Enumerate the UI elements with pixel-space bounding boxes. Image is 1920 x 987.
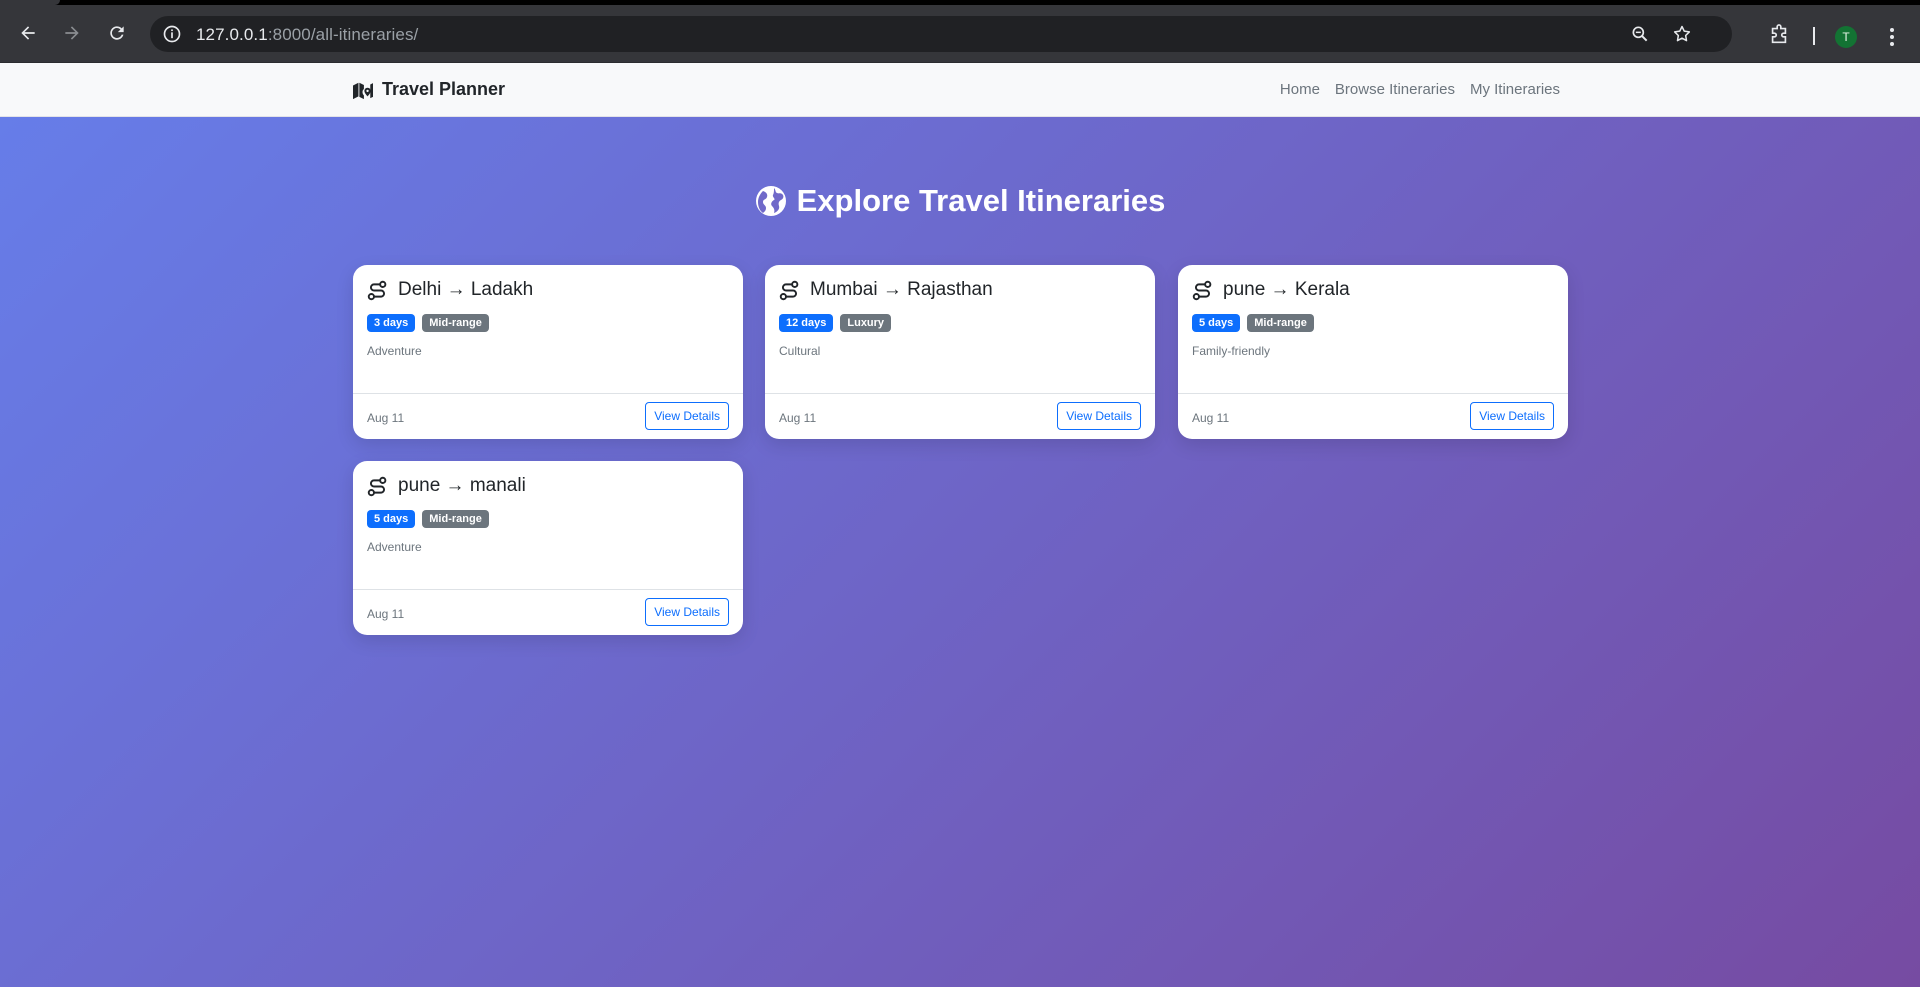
page-title: Explore Travel Itineraries xyxy=(0,183,1920,219)
browser-menu-icon[interactable] xyxy=(1882,25,1902,49)
brand-name: Travel Planner xyxy=(382,79,506,99)
route-icon xyxy=(367,476,387,496)
duration-badge: 5 days xyxy=(1192,314,1241,332)
route-title: pune → manali xyxy=(398,475,526,496)
card-badges: 3 days Mid-range xyxy=(367,314,489,332)
nav-browse-itineraries-link[interactable]: Browse Itineraries xyxy=(1335,81,1455,98)
travel-style: Adventure xyxy=(367,344,422,358)
budget-badge: Luxury xyxy=(840,314,892,332)
card-footer: Aug 11 View Details xyxy=(353,393,743,439)
zoom-icon[interactable] xyxy=(1630,24,1650,44)
globe-icon xyxy=(755,186,786,216)
card-title: pune → manali xyxy=(367,475,526,497)
travel-style: Family-friendly xyxy=(1192,344,1271,358)
travel-style: Adventure xyxy=(367,540,422,554)
profile-avatar[interactable]: T xyxy=(1835,26,1857,48)
bookmark-star-icon[interactable] xyxy=(1672,24,1692,44)
created-date: Aug 11 xyxy=(367,411,405,425)
route-icon xyxy=(1192,280,1212,300)
url-text[interactable]: 127.0.0.1:8000/all-itineraries/ xyxy=(196,25,418,45)
travel-style: Cultural xyxy=(779,344,821,358)
duration-badge: 12 days xyxy=(779,314,834,332)
card-badges: 12 days Luxury xyxy=(779,314,892,332)
url-path: :8000/all-itineraries/ xyxy=(267,25,419,44)
extensions-puzzle-icon[interactable] xyxy=(1768,24,1790,46)
nav-links: Home Browse Itineraries My Itineraries xyxy=(1280,81,1560,98)
address-bar[interactable]: 127.0.0.1:8000/all-itineraries/ xyxy=(150,16,1732,52)
card-footer: Aug 11 View Details xyxy=(1178,393,1568,439)
itinerary-card: Delhi → Ladakh 3 days Mid-range Adventur… xyxy=(353,265,743,439)
route-title: Delhi → Ladakh xyxy=(398,279,534,300)
card-title: pune → Kerala xyxy=(1192,279,1350,301)
duration-badge: 3 days xyxy=(367,314,416,332)
duration-badge: 5 days xyxy=(367,510,416,528)
view-details-button[interactable]: View Details xyxy=(1470,402,1554,430)
url-host: 127.0.0.1 xyxy=(196,25,268,44)
budget-badge: Mid-range xyxy=(422,314,489,332)
reload-icon[interactable] xyxy=(103,19,131,47)
forward-arrow-icon[interactable] xyxy=(58,19,86,47)
budget-badge: Mid-range xyxy=(1247,314,1314,332)
route-title: Mumbai → Rajasthan xyxy=(810,279,993,300)
created-date: Aug 11 xyxy=(367,607,405,621)
card-badges: 5 days Mid-range xyxy=(367,510,489,528)
route-icon xyxy=(367,280,387,300)
created-date: Aug 11 xyxy=(1192,411,1230,425)
nav-my-itineraries-link[interactable]: My Itineraries xyxy=(1470,81,1560,98)
card-badges: 5 days Mid-range xyxy=(1192,314,1314,332)
site-navbar: Travel Planner Home Browse Itineraries M… xyxy=(0,63,1920,117)
itinerary-card: Mumbai → Rajasthan 12 days Luxury Cultur… xyxy=(765,265,1155,439)
page-heading-text: Explore Travel Itineraries xyxy=(796,183,1166,218)
nav-home-link[interactable]: Home xyxy=(1280,81,1320,98)
view-details-button[interactable]: View Details xyxy=(1057,402,1141,430)
itinerary-card: pune → Kerala 5 days Mid-range Family-fr… xyxy=(1178,265,1568,439)
toolbar-divider xyxy=(1813,27,1815,45)
card-footer: Aug 11 View Details xyxy=(765,393,1155,439)
back-arrow-icon[interactable] xyxy=(14,19,42,47)
itinerary-card: pune → manali 5 days Mid-range Adventure… xyxy=(353,461,743,635)
card-title: Mumbai → Rajasthan xyxy=(779,279,993,301)
card-footer: Aug 11 View Details xyxy=(353,589,743,635)
page-viewport: Travel Planner Home Browse Itineraries M… xyxy=(0,63,1920,987)
brand-link[interactable]: Travel Planner xyxy=(352,79,505,100)
view-details-button[interactable]: View Details xyxy=(645,402,729,430)
browser-toolbar: 127.0.0.1:8000/all-itineraries/ T xyxy=(0,5,1920,63)
route-icon xyxy=(779,280,799,300)
map-location-icon xyxy=(353,82,373,99)
view-details-button[interactable]: View Details xyxy=(645,598,729,626)
budget-badge: Mid-range xyxy=(422,510,489,528)
site-info-icon[interactable] xyxy=(162,24,182,44)
created-date: Aug 11 xyxy=(779,411,817,425)
route-title: pune → Kerala xyxy=(1223,279,1350,300)
card-title: Delhi → Ladakh xyxy=(367,279,533,301)
